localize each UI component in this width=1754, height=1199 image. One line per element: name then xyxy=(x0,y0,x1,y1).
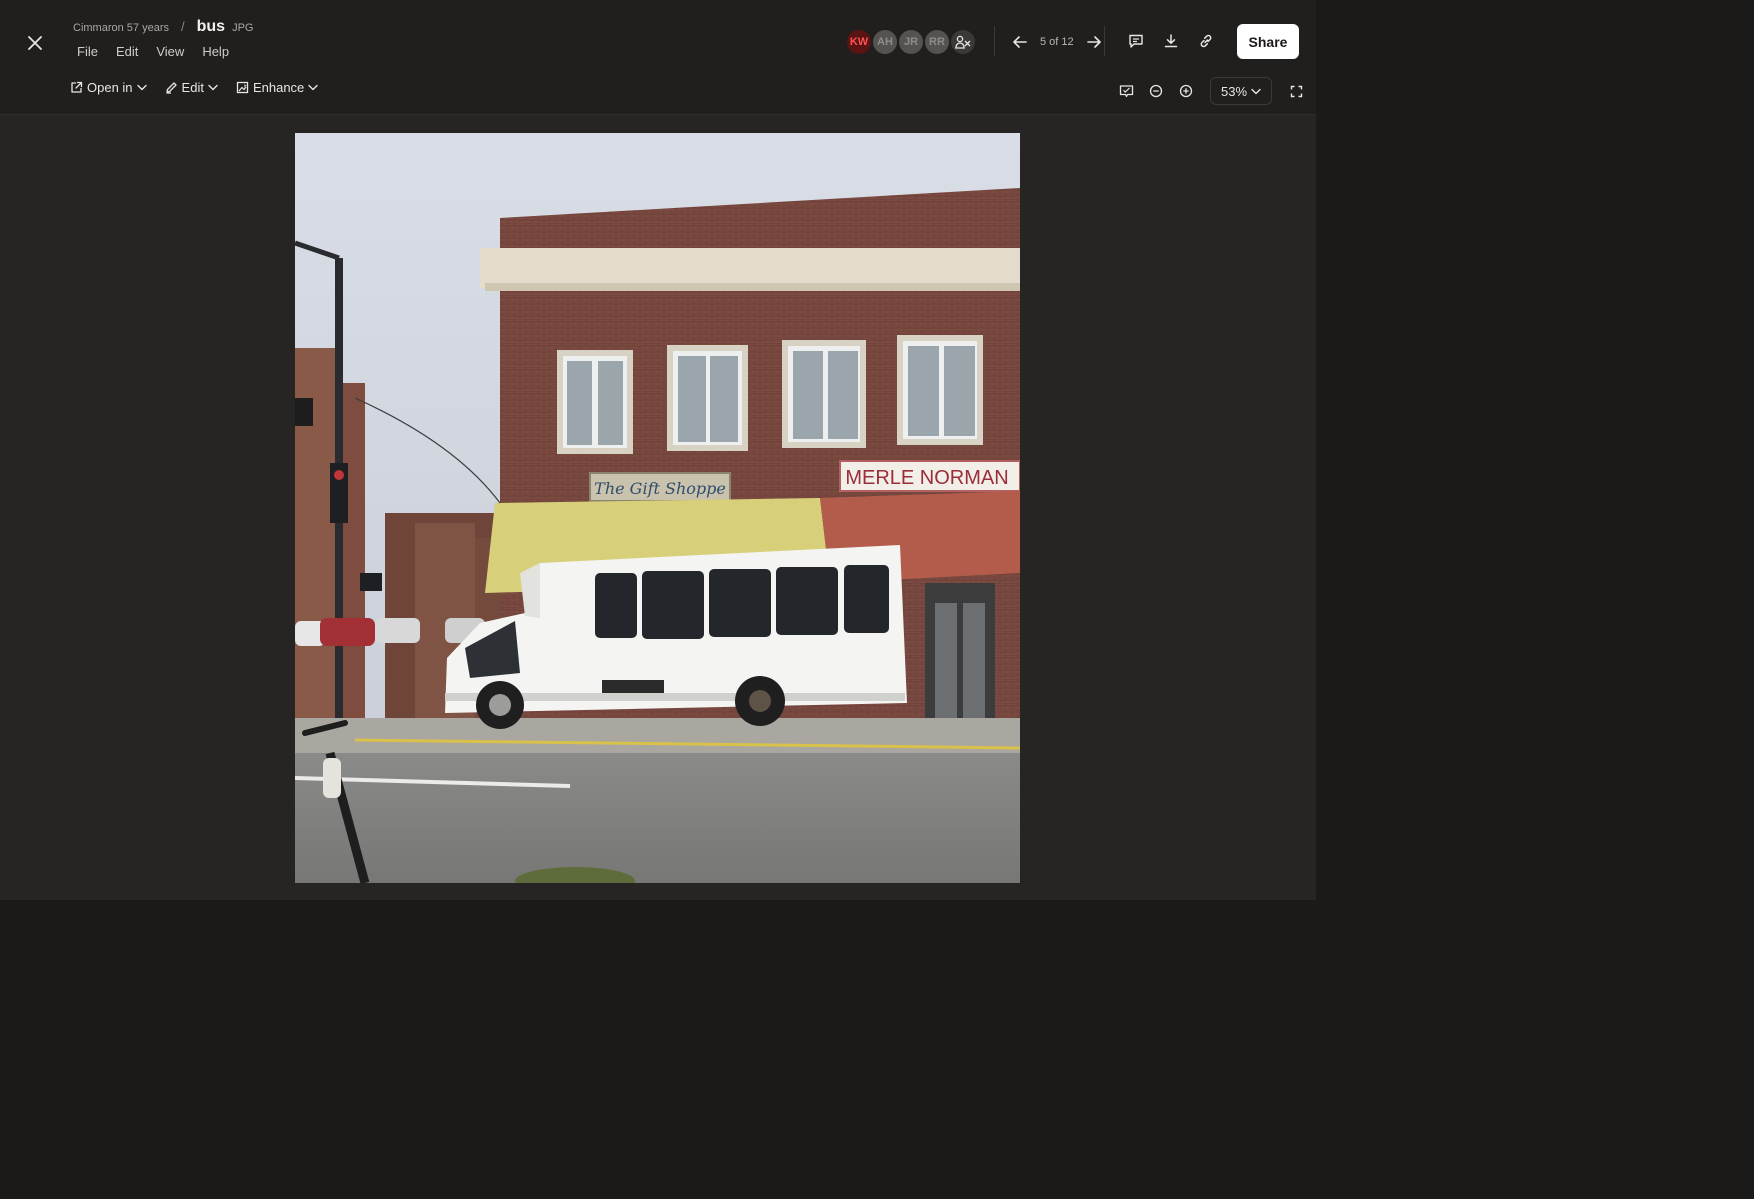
page-indicator: 5 of 12 xyxy=(1040,36,1074,48)
breadcrumb-folder[interactable]: Cimmaron 57 years xyxy=(73,22,169,34)
zoom-in-button[interactable] xyxy=(1174,79,1198,103)
menu-edit[interactable]: Edit xyxy=(107,44,147,59)
menu-view[interactable]: View xyxy=(147,44,193,59)
photo-preview: The Gift Shoppe MERLE NORMAN xyxy=(295,133,1020,883)
people-icon xyxy=(955,35,971,49)
breadcrumb-separator: / xyxy=(180,19,185,34)
annotations-button[interactable] xyxy=(1114,79,1138,103)
edit-label: Edit xyxy=(181,80,204,95)
avatar[interactable]: JR xyxy=(897,28,925,56)
view-toolbar: 53% xyxy=(1114,77,1308,105)
share-button[interactable]: Share xyxy=(1237,24,1299,59)
file-actions xyxy=(1124,29,1218,53)
pager: 5 of 12 xyxy=(1008,30,1106,54)
arrow-left-icon xyxy=(1013,36,1027,48)
divider xyxy=(1104,26,1105,56)
avatar[interactable]: RR xyxy=(923,28,951,56)
menu-file[interactable]: File xyxy=(68,44,107,59)
download-button[interactable] xyxy=(1159,29,1183,53)
copy-link-button[interactable] xyxy=(1194,29,1218,53)
sign-merle-norman: MERLE NORMAN xyxy=(845,467,1008,489)
menu-help[interactable]: Help xyxy=(193,44,238,59)
zoom-level: 53% xyxy=(1221,83,1248,99)
next-button[interactable] xyxy=(1082,30,1106,54)
enhance-icon xyxy=(236,81,249,94)
zoom-select[interactable]: 53% xyxy=(1210,77,1273,105)
enhance-button[interactable]: Enhance xyxy=(236,80,318,95)
arrow-right-icon xyxy=(1086,36,1101,48)
pencil-icon xyxy=(165,82,177,94)
zoom-out-button[interactable] xyxy=(1144,79,1168,103)
chevron-down-icon xyxy=(208,84,218,91)
zoom-out-icon xyxy=(1149,84,1163,98)
download-icon xyxy=(1164,34,1178,48)
breadcrumb: Cimmaron 57 years / bus JPG xyxy=(73,18,253,36)
members-button[interactable] xyxy=(949,28,977,56)
sign-gift-shop: The Gift Shoppe xyxy=(594,479,726,498)
open-external-icon xyxy=(71,81,83,93)
avatar[interactable]: AH xyxy=(871,28,899,56)
annotation-icon xyxy=(1119,84,1133,97)
edit-toolbar: Open in Edit Enhance xyxy=(70,80,318,95)
previous-button[interactable] xyxy=(1008,30,1032,54)
open-in-label: Open in xyxy=(87,80,133,95)
collaborator-avatars: KW AH JR RR xyxy=(845,28,977,56)
chevron-down-icon xyxy=(1251,88,1261,94)
fullscreen-button[interactable] xyxy=(1284,79,1308,103)
comment-icon xyxy=(1129,34,1143,48)
divider xyxy=(994,26,995,56)
file-name[interactable]: bus xyxy=(197,18,225,36)
link-icon xyxy=(1200,34,1212,48)
avatar[interactable]: KW xyxy=(845,28,873,56)
enhance-label: Enhance xyxy=(252,80,305,95)
file-type-badge: JPG xyxy=(232,22,254,34)
close-icon xyxy=(28,36,42,50)
photo-image: The Gift Shoppe MERLE NORMAN xyxy=(295,133,1020,883)
zoom-in-icon xyxy=(1179,84,1193,98)
close-button[interactable] xyxy=(22,30,48,56)
edit-button[interactable]: Edit xyxy=(165,80,218,95)
open-in-button[interactable]: Open in xyxy=(70,80,147,95)
chevron-down-icon xyxy=(308,84,318,91)
fullscreen-icon xyxy=(1290,85,1302,97)
comment-button[interactable] xyxy=(1124,29,1148,53)
file-viewer: Cimmaron 57 years / bus JPG File Edit Vi… xyxy=(0,0,1316,900)
chevron-down-icon xyxy=(136,84,147,91)
menu-bar: File Edit View Help xyxy=(68,44,238,59)
viewer-header: Cimmaron 57 years / bus JPG File Edit Vi… xyxy=(0,0,1316,115)
